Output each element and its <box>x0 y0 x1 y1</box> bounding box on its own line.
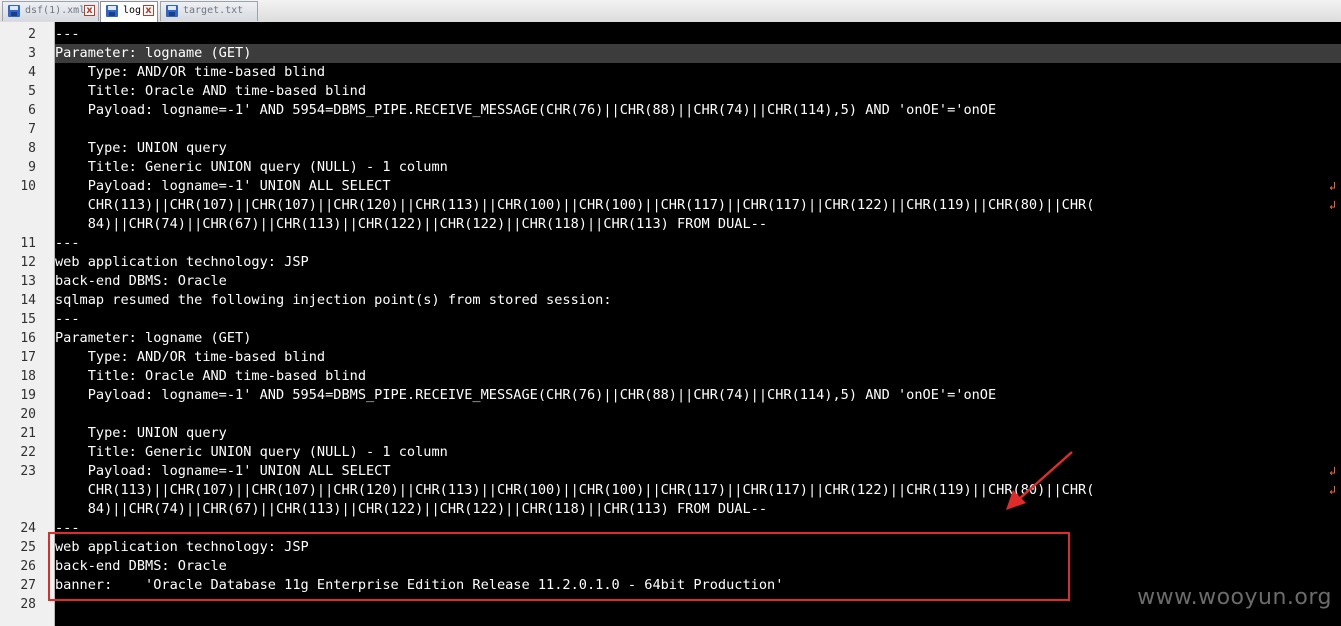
watermark: www.wooyun.org <box>1137 585 1332 610</box>
annotation-arrow-icon <box>1006 451 1073 510</box>
